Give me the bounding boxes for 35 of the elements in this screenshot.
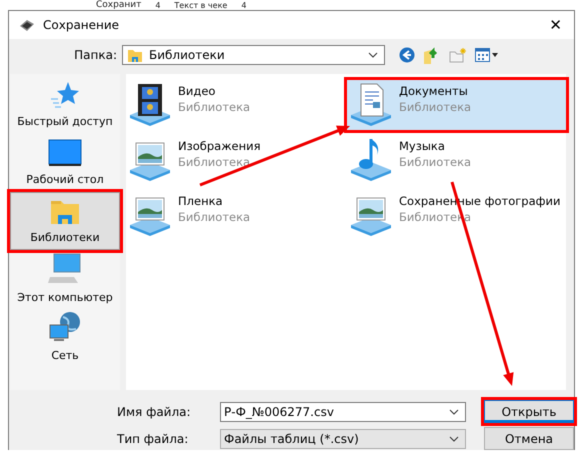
document-icon (349, 82, 393, 126)
sidebar-item[interactable]: Библиотеки (10, 192, 120, 250)
view-menu-icon[interactable] (475, 48, 499, 62)
network-icon (48, 311, 82, 344)
library-item[interactable]: Документы Библиотека (347, 80, 566, 130)
sidebar-item[interactable]: Рабочий стол (10, 134, 120, 192)
film-icon (128, 82, 172, 126)
file-name-label: Имя файла: (117, 404, 192, 418)
back-icon[interactable] (399, 46, 415, 63)
close-button[interactable]: ✕ (545, 13, 566, 36)
folder-label: Папка: (73, 48, 118, 62)
computer-icon (48, 253, 82, 286)
background-text: 4 (241, 1, 246, 10)
file-type-dropdown[interactable]: Файлы таблиц (*.csv) (220, 428, 466, 448)
file-type-label: Тип файла: (117, 432, 190, 446)
app-icon (19, 18, 35, 32)
music-note-icon (349, 136, 393, 181)
library-item[interactable]: Пленка Библиотека (126, 190, 347, 240)
file-name-field[interactable]: Р-Ф_№006277.csv (220, 402, 466, 422)
window-title: Сохранение (43, 18, 120, 32)
open-button[interactable]: Открыть (484, 400, 574, 423)
sidebar-item[interactable]: Этот компьютер (10, 250, 120, 308)
library-item[interactable]: Музыка Библиотека (347, 134, 566, 185)
star-icon (50, 81, 80, 110)
folder-dropdown[interactable]: Библиотеки (122, 44, 385, 65)
monitor-icon (48, 139, 82, 168)
sidebar-item[interactable]: Сеть (10, 308, 120, 366)
background-text: 4 (155, 1, 160, 10)
library-item[interactable]: Видео Библиотека (126, 80, 347, 130)
background-text: Текст в чеке (174, 1, 228, 10)
folder-icon (127, 48, 143, 62)
sidebar-item[interactable]: Быстрый доступ (10, 76, 120, 134)
cancel-button[interactable]: Отмена (484, 427, 574, 450)
library-item[interactable]: Изображения Библиотека (126, 134, 347, 185)
background-text: Сохранит (96, 1, 142, 10)
